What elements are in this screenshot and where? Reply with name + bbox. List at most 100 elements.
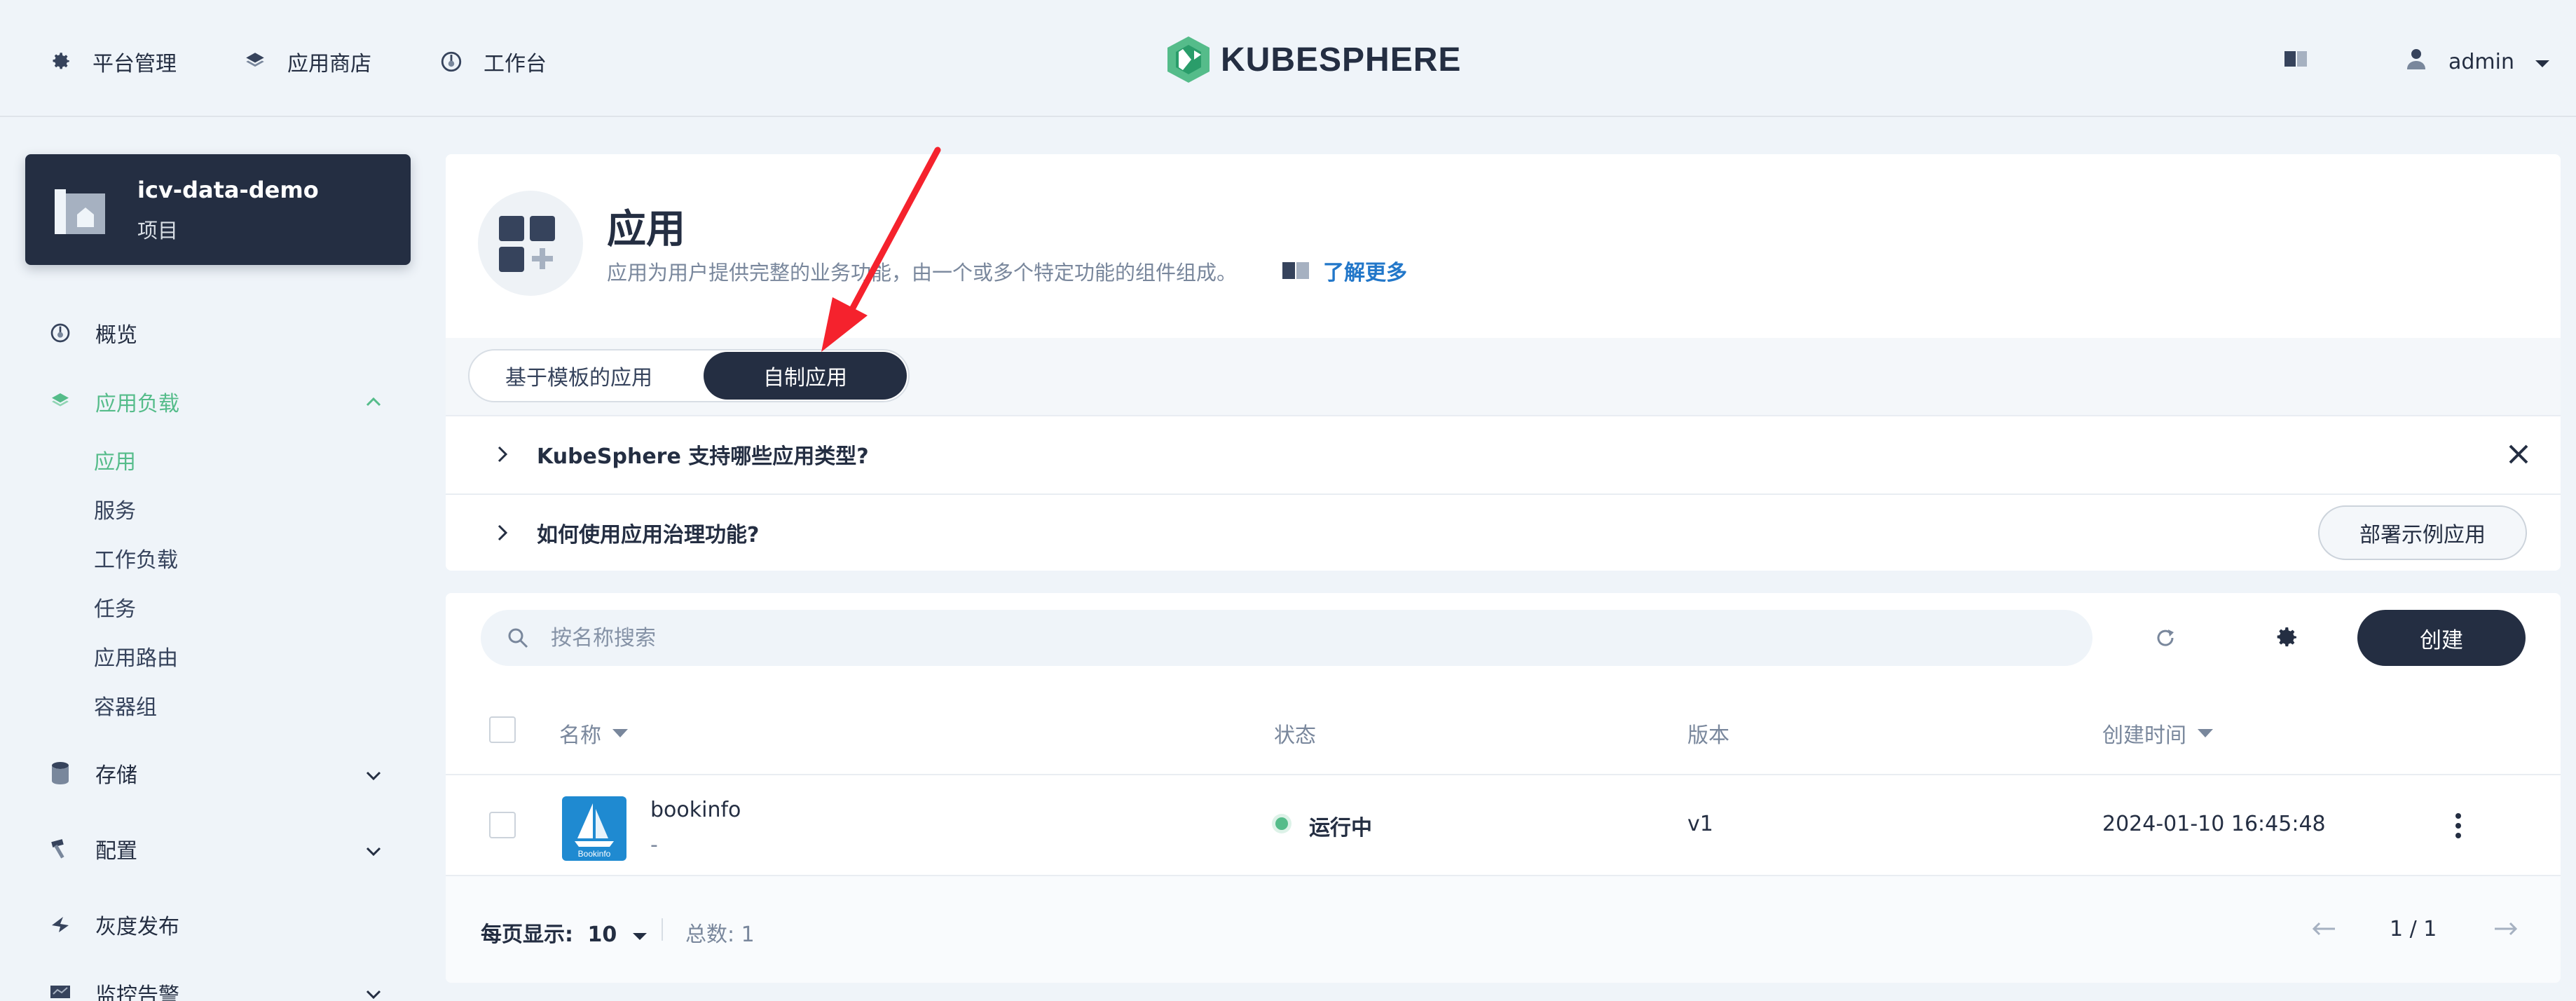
faq-question: 如何使用应用治理功能? [537,523,760,547]
app-list: 创建 名称 状态 版本 创建时间 Bookinfo bookinfo - 运行中… [446,593,2561,983]
column-status: 状态 [1274,718,1316,749]
sidebar-item-config[interactable]: 配置 [46,831,137,866]
sidebar-item-app-workloads[interactable]: 应用负载 [46,384,179,419]
hammer-icon [46,835,74,863]
caret-down-icon [632,933,647,940]
chevron-down-icon[interactable] [362,840,385,864]
page-size-value: 10 [587,922,617,947]
select-all-checkbox[interactable] [489,716,516,743]
nav-label: 工作台 [484,52,547,76]
user-icon [2405,47,2427,76]
status-indicator [1275,817,1288,830]
page-size-selector[interactable]: 每页显示: 10 [481,917,648,948]
layers-icon [241,48,269,76]
logo-text: KUBESPHERE [1221,41,1462,79]
nav-platform-management[interactable]: 平台管理 [46,41,177,83]
learn-more-link[interactable]: 了解更多 [1281,255,1407,286]
bookinfo-app-icon: Bookinfo [562,796,626,861]
row-checkbox[interactable] [489,812,516,838]
nav-label: 平台管理 [93,52,177,76]
nav-label: 应用商店 [287,52,371,76]
app-created-time: 2024-01-10 16:45:48 [2102,812,2326,836]
chevron-down-icon[interactable] [362,764,385,788]
segmented-control: 基于模板的应用 自制应用 [468,349,910,402]
page-indicator: 1 / 1 [2390,917,2437,941]
tab-template-apps[interactable]: 基于模板的应用 [471,352,687,400]
sidebar-label: 应用负载 [95,392,179,416]
app-name[interactable]: bookinfo [650,798,741,822]
sidebar-item-storage[interactable]: 存储 [46,756,137,791]
app-grid-icon [478,191,583,296]
close-icon[interactable] [2505,440,2533,468]
sidebar-subitem-jobs[interactable]: 任务 [94,594,136,625]
project-card[interactable]: icv-data-demo 项目 [25,154,411,265]
dashboard-icon [46,319,74,347]
sidebar-item-monitoring[interactable]: 监控告警 [46,976,179,1001]
prev-page-icon[interactable] [2310,918,2338,939]
sidebar-label: 灰度发布 [95,915,179,939]
dashboard-icon [437,48,465,76]
sidebar-subitem-apps[interactable]: 应用 [94,447,136,478]
tab-custom-apps[interactable]: 自制应用 [704,352,907,400]
create-button[interactable]: 创建 [2357,610,2526,666]
column-name[interactable]: 名称 [559,718,628,749]
learn-more-label: 了解更多 [1323,261,1407,285]
database-icon [46,759,74,787]
chevron-right-icon [498,524,508,541]
search-icon [508,628,528,648]
faq-item-app-types[interactable]: KubeSphere 支持哪些应用类型? [446,415,2561,492]
sidebar-label: 存储 [95,763,137,788]
table-header: 名称 状态 版本 创建时间 [446,684,2561,775]
project-icon [55,189,105,234]
column-version: 版本 [1687,718,1729,749]
top-navigation: 平台管理 应用商店 工作台 KUBESPHERE admin [0,0,2576,117]
page-description: 应用为用户提供完整的业务功能，由一个或多个特定功能的组件组成。 [607,261,1238,285]
monitor-icon [46,979,74,1001]
gear-icon [46,48,74,76]
sidebar-subitem-workloads[interactable]: 工作负载 [94,545,178,576]
sidebar-label: 监控告警 [95,983,179,1001]
chevron-down-icon[interactable] [362,983,385,1001]
divider [662,918,663,941]
kubesphere-logo-icon [1167,36,1210,83]
faq-question: KubeSphere 支持哪些应用类型? [537,444,869,469]
pagination-footer: 每页显示: 10 总数: 1 1 / 1 [446,876,2561,983]
nav-workbench[interactable]: 工作台 [437,41,547,83]
total-count: 总数: 1 [685,922,755,947]
sidebar-label: 配置 [95,839,137,864]
column-created[interactable]: 创建时间 [2102,718,2213,749]
table-row[interactable]: Bookinfo bookinfo - 运行中 v1 2024-01-10 16… [446,775,2561,876]
search-input[interactable] [551,625,1882,651]
refresh-icon[interactable] [2151,624,2179,652]
chevron-up-icon[interactable] [362,390,385,414]
sidebar-subitem-services[interactable]: 服务 [94,496,136,527]
column-label: 版本 [1687,723,1729,748]
sidebar-item-overview[interactable]: 概览 [46,315,137,350]
nav-app-store[interactable]: 应用商店 [241,41,371,83]
book-icon [1282,262,1309,279]
deploy-sample-app-button[interactable]: 部署示例应用 [2318,505,2527,560]
doc-button[interactable] [2283,41,2308,83]
chevron-right-icon [498,446,508,463]
sidebar-subitem-routes[interactable]: 应用路由 [94,644,178,674]
project-type: 项目 [137,219,179,243]
layers-icon [46,388,74,416]
sort-icon [612,729,628,737]
sidebar-subitem-pods[interactable]: 容器组 [94,693,157,723]
next-page-icon[interactable] [2492,918,2520,939]
search-bar[interactable] [481,610,2092,666]
project-name: icv-data-demo [137,177,319,203]
kubesphere-logo[interactable]: KUBESPHERE [1166,34,1461,86]
page-size-label: 每页显示: [481,922,573,947]
sidebar-label: 概览 [95,323,137,348]
app-version: v1 [1687,812,1713,836]
app-description: - [650,833,658,857]
faq-item-governance[interactable]: 如何使用应用治理功能? 部署示例应用 [446,493,2561,571]
username: admin [2448,49,2514,74]
status-text: 运行中 [1309,816,1372,840]
sidebar-item-grayscale-release[interactable]: 灰度发布 [46,907,179,942]
gear-icon[interactable] [2272,624,2300,652]
banner-header: 应用 应用为用户提供完整的业务功能，由一个或多个特定功能的组件组成。 了解更多 [446,154,2561,338]
user-menu[interactable]: admin [2405,41,2551,83]
more-actions-icon[interactable] [2454,812,2462,840]
